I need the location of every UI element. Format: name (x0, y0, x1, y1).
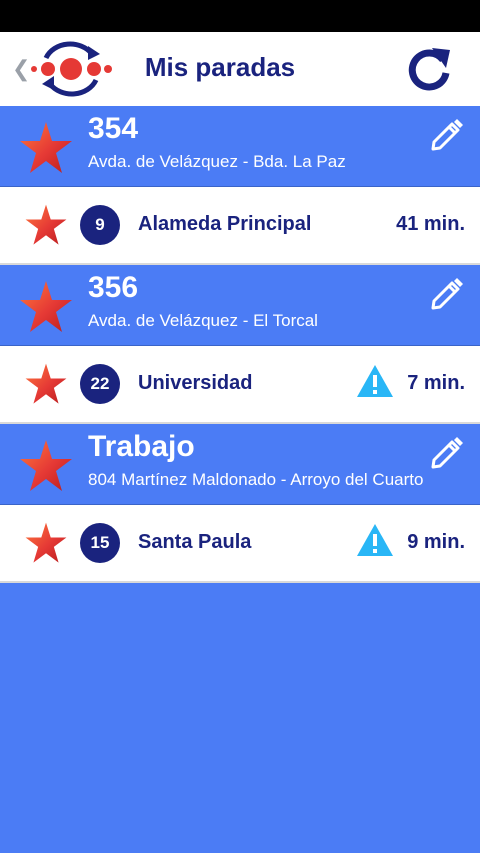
line-number-badge: 9 (80, 205, 120, 245)
stop-name: 356 (88, 271, 139, 304)
favorite-star-icon[interactable] (24, 521, 68, 565)
edit-pencil-icon[interactable] (428, 434, 466, 472)
page-title: Mis paradas (144, 52, 296, 82)
stop-address: Avda. de Velázquez - Bda. La Paz (88, 152, 346, 171)
status-bar (0, 0, 480, 32)
favorite-star-icon[interactable] (24, 362, 68, 406)
favorite-star-icon[interactable] (18, 279, 74, 335)
warning-icon[interactable] (356, 364, 394, 398)
favorite-star-icon[interactable] (24, 203, 68, 247)
edit-pencil-icon[interactable] (428, 275, 466, 313)
arrival-time: 7 min. (407, 372, 465, 394)
arrival-time: 41 min. (396, 213, 465, 235)
stop-header[interactable]: 356 Avda. de Velázquez - El Torcal (0, 265, 480, 346)
line-row[interactable]: 15 Santa Paula 9 min. (0, 505, 480, 583)
stop-address: 804 Martínez Maldonado - Arroyo del Cuar… (88, 470, 424, 489)
line-number-badge: 15 (80, 523, 120, 563)
bus-logo[interactable] (26, 40, 116, 98)
favorite-star-icon[interactable] (18, 438, 74, 494)
line-destination: Alameda Principal (138, 213, 312, 235)
favorite-star-icon[interactable] (18, 120, 74, 176)
line-row[interactable]: 22 Universidad 7 min. (0, 346, 480, 424)
stops-list: 354 Avda. de Velázquez - Bda. La Paz 9 A… (0, 106, 480, 583)
app-header: ❮ Mis paradas (0, 32, 480, 106)
edit-pencil-icon[interactable] (428, 116, 466, 154)
stop-address: Avda. de Velázquez - El Torcal (88, 311, 318, 330)
line-destination: Santa Paula (138, 531, 252, 553)
refresh-icon[interactable] (402, 42, 456, 96)
line-destination: Universidad (138, 372, 253, 394)
stop-header[interactable]: Trabajo 804 Martínez Maldonado - Arroyo … (0, 424, 480, 505)
stop-name: 354 (88, 112, 139, 145)
arrival-time: 9 min. (407, 531, 465, 553)
line-row[interactable]: 9 Alameda Principal 41 min. (0, 187, 480, 265)
line-number-badge: 22 (80, 364, 120, 404)
stop-name: Trabajo (88, 430, 195, 463)
stop-header[interactable]: 354 Avda. de Velázquez - Bda. La Paz (0, 106, 480, 187)
warning-icon[interactable] (356, 523, 394, 557)
